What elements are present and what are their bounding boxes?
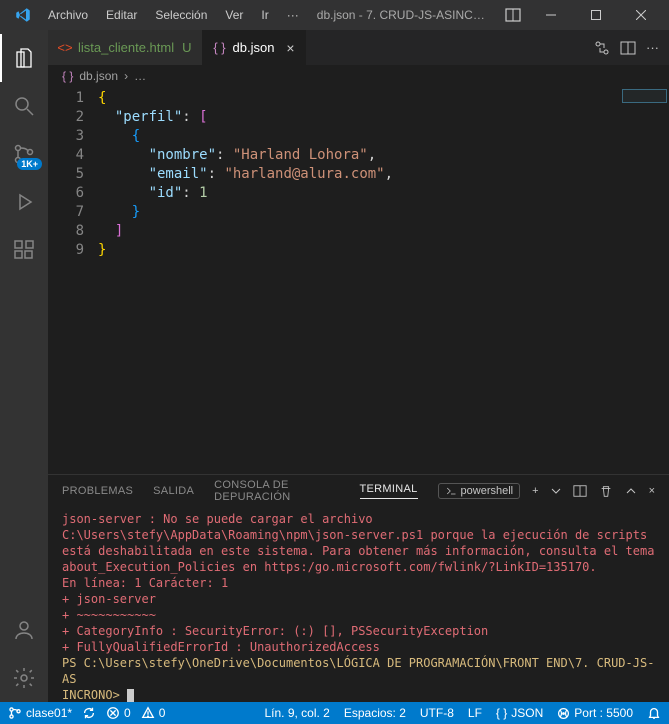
eol[interactable]: LF	[468, 706, 482, 720]
breadcrumb-more: …	[134, 69, 146, 83]
window-controls	[528, 0, 663, 30]
git-branch[interactable]: clase01*	[8, 706, 72, 720]
main-area: 1K+ <> lista_cliente.html U { } db.json	[0, 30, 669, 702]
breadcrumb[interactable]: { } db.json › …	[48, 65, 669, 87]
menu-more[interactable]: ···	[279, 4, 307, 26]
editor-group: <> lista_cliente.html U { } db.json × ··…	[48, 30, 669, 702]
new-terminal-icon[interactable]: +	[532, 485, 538, 497]
panel-tab-terminal[interactable]: TERMINAL	[360, 483, 418, 499]
activitybar: 1K+	[0, 30, 48, 702]
settings-icon[interactable]	[0, 654, 48, 702]
terminal-cursor	[127, 689, 134, 703]
modified-indicator: U	[182, 40, 191, 55]
menu-seleccion[interactable]: Selección	[147, 4, 215, 26]
bottom-panel: PROBLEMAS SALIDA CONSOLA DE DEPURACIÓN T…	[48, 474, 669, 702]
notifications-icon[interactable]	[647, 706, 661, 720]
panel-tab-salida[interactable]: SALIDA	[153, 485, 194, 497]
minimap[interactable]	[622, 89, 667, 103]
code-content[interactable]: { "perfil": [ { "nombre": "Harland Lohor…	[98, 87, 669, 474]
terminal-output[interactable]: json-server : No se puede cargar el arch…	[48, 507, 669, 702]
account-icon[interactable]	[0, 606, 48, 654]
source-control-icon[interactable]: 1K+	[0, 130, 48, 178]
window-title: db.json - 7. CRUD-JS-ASINCRO…	[307, 8, 498, 22]
titlebar: Archivo Editar Selección Ver Ir ··· db.j…	[0, 0, 669, 30]
search-icon[interactable]	[0, 82, 48, 130]
language-mode[interactable]: { } JSON	[496, 706, 543, 720]
html-file-icon: <>	[58, 41, 72, 55]
tab-label: db.json	[233, 40, 275, 55]
tab-db-json[interactable]: { } db.json ×	[203, 30, 306, 65]
warnings-count[interactable]: 0	[141, 706, 166, 720]
statusbar: clase01* 0 0 Lín. 9, col. 2 Espacios: 2 …	[0, 702, 669, 724]
panel-tab-consola[interactable]: CONSOLA DE DEPURACIÓN	[214, 479, 339, 503]
debug-icon[interactable]	[0, 178, 48, 226]
json-file-icon: { }	[213, 41, 227, 55]
more-icon[interactable]: ···	[646, 40, 659, 55]
scm-badge: 1K+	[17, 158, 42, 170]
menu-ir[interactable]: Ir	[253, 4, 276, 26]
terminal-dropdown-icon[interactable]	[551, 486, 561, 496]
close-panel-icon[interactable]: ×	[649, 485, 655, 497]
tab-label: lista_cliente.html	[78, 40, 174, 55]
layout-icon[interactable]	[498, 7, 528, 23]
errors-count[interactable]: 0	[106, 706, 131, 720]
maximize-button[interactable]	[573, 0, 618, 30]
live-server-port[interactable]: Port : 5500	[557, 706, 633, 720]
json-file-icon: { }	[62, 69, 73, 83]
panel-tabs: PROBLEMAS SALIDA CONSOLA DE DEPURACIÓN T…	[48, 475, 669, 507]
kill-terminal-icon[interactable]	[599, 484, 613, 498]
terminal-shell-selector[interactable]: powershell	[438, 483, 521, 499]
menu-archivo[interactable]: Archivo	[40, 4, 96, 26]
maximize-panel-icon[interactable]	[625, 485, 637, 497]
vscode-logo-icon	[14, 6, 32, 24]
panel-tab-problemas[interactable]: PROBLEMAS	[62, 485, 133, 497]
split-editor-icon[interactable]	[620, 40, 636, 56]
extensions-icon[interactable]	[0, 226, 48, 274]
close-button[interactable]	[618, 0, 663, 30]
compare-icon[interactable]	[594, 40, 610, 56]
menu-editar[interactable]: Editar	[98, 4, 145, 26]
line-numbers: 123456789	[48, 87, 98, 474]
menu-ver[interactable]: Ver	[217, 4, 251, 26]
encoding[interactable]: UTF-8	[420, 706, 454, 720]
close-icon[interactable]: ×	[286, 40, 294, 56]
minimize-button[interactable]	[528, 0, 573, 30]
split-terminal-icon[interactable]	[573, 484, 587, 498]
breadcrumb-file: db.json	[79, 69, 118, 83]
indentation[interactable]: Espacios: 2	[344, 706, 406, 720]
code-editor[interactable]: 123456789 { "perfil": [ { "nombre": "Har…	[48, 87, 669, 474]
menubar: Archivo Editar Selección Ver Ir ···	[40, 4, 307, 26]
tab-lista-cliente[interactable]: <> lista_cliente.html U	[48, 30, 203, 65]
cursor-position[interactable]: Lín. 9, col. 2	[264, 706, 329, 720]
chevron-right-icon: ›	[124, 69, 128, 83]
tab-row: <> lista_cliente.html U { } db.json × ··…	[48, 30, 669, 65]
sync-icon[interactable]	[82, 706, 96, 720]
explorer-icon[interactable]	[0, 34, 48, 82]
